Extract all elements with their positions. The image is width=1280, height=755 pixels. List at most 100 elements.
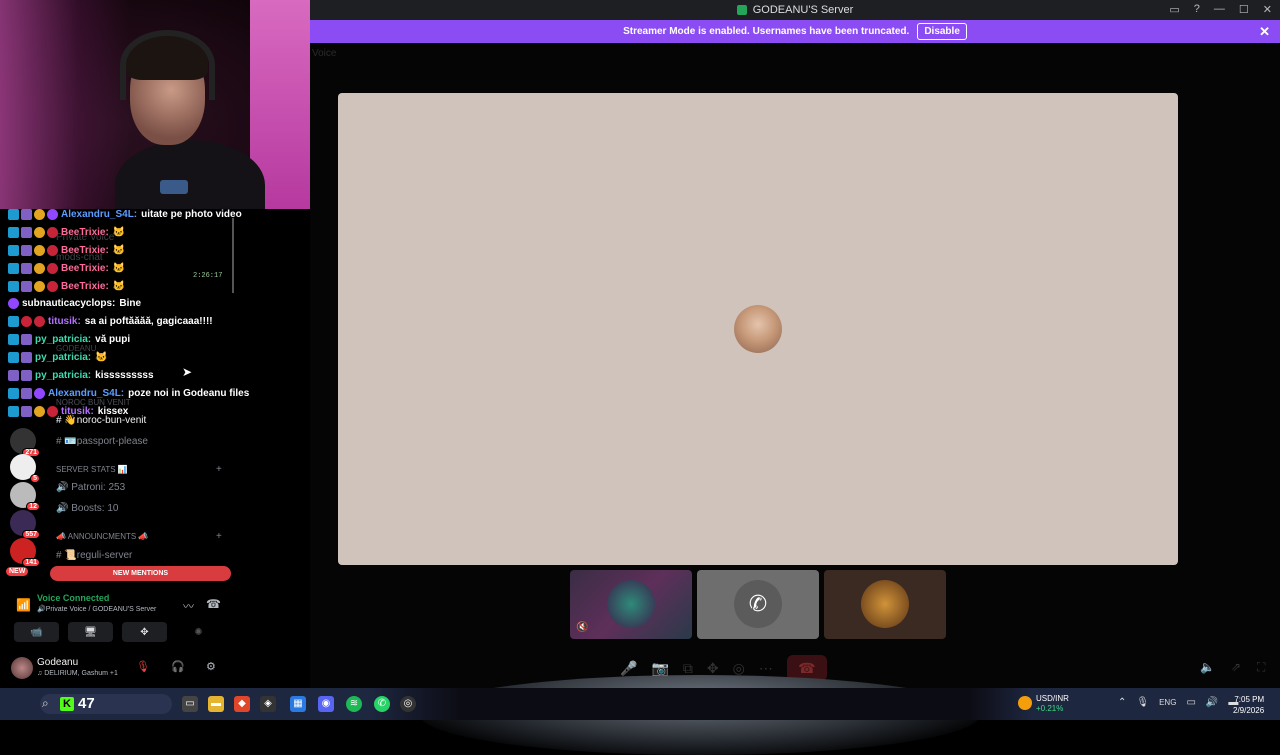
add-channel-icon[interactable]: + [216, 464, 222, 475]
chat-badges [8, 263, 58, 274]
add-channel-icon[interactable]: + [216, 531, 222, 542]
volume-icon[interactable]: 🔊 [1206, 697, 1218, 708]
chat-badges [8, 370, 32, 381]
close-icon[interactable]: ✕ [1259, 24, 1270, 40]
whatsapp-icon[interactable]: ✆ [374, 696, 390, 712]
server-badge: 141 [22, 558, 40, 567]
more-button[interactable]: ⋯ [759, 660, 773, 677]
obs-icon[interactable]: ◎ [400, 696, 416, 712]
server-icon[interactable]: 5 [10, 454, 40, 483]
signal-icon[interactable]: 📶 [16, 598, 31, 612]
task-view-icon[interactable]: ▭ [182, 696, 198, 712]
stat-label: Boosts: 10 [71, 503, 119, 514]
avatar[interactable] [11, 657, 33, 679]
monitor-icon[interactable]: ▭ [1186, 697, 1195, 708]
chat-username[interactable]: BeeTrixie: [61, 245, 109, 256]
chat-username[interactable]: Alexandru_S4L: [48, 388, 124, 399]
settings-gear-icon[interactable]: ⚙ [206, 660, 216, 673]
language-indicator[interactable]: ENG [1159, 698, 1176, 707]
chat-username[interactable]: BeeTrixie: [61, 263, 109, 274]
chat-username[interactable]: Alexandru_S4L: [61, 209, 137, 220]
speaker-avatar[interactable] [734, 305, 782, 353]
chat-username[interactable]: subnauticacyclops: [22, 298, 115, 309]
badge-icon [21, 209, 32, 220]
new-mentions-bar[interactable]: NEW MENTIONS [50, 566, 231, 581]
headphones-deafened-icon[interactable]: 🎧 [171, 660, 185, 673]
username[interactable]: Godeanu [37, 657, 78, 668]
voice-connected-title[interactable]: Voice Connected [37, 593, 109, 603]
server-badge: 5 [30, 474, 40, 483]
mute-button[interactable]: 🎤 [620, 660, 637, 677]
chat-username[interactable]: BeeTrixie: [61, 281, 109, 292]
popout-icon[interactable]: ⇗ [1231, 660, 1241, 675]
voice-stat-boosts[interactable]: 🔊 Boosts: 10 [56, 503, 119, 514]
badge-icon [34, 227, 45, 238]
search-icon[interactable]: ⌕ [42, 696, 49, 711]
phone-icon: ✆ [734, 580, 782, 628]
chat-message: BeeTrixie: 🐱 [8, 224, 125, 241]
disable-streamer-mode-button[interactable]: Disable [917, 23, 967, 40]
share-screen-button[interactable]: ⧉ [683, 660, 693, 677]
voice-channel-path[interactable]: 🔊Private Voice / GODEANU'S Server [37, 605, 156, 613]
help-icon[interactable]: ? [1194, 3, 1200, 16]
server-icon[interactable]: 271 [10, 428, 40, 457]
chat-username[interactable]: titusik: [48, 316, 81, 327]
channel-reguli-server[interactable]: # 📜reguli-server [56, 550, 132, 561]
soundboard-button[interactable]: ◎ [733, 660, 745, 677]
streamer-mode-banner: Streamer Mode is enabled. Usernames have… [310, 20, 1280, 43]
soundboard-button[interactable]: ✺ [176, 622, 221, 642]
spotify-icon[interactable]: ≋ [346, 696, 362, 712]
fx-pair: USD/INR [1036, 694, 1069, 703]
server-icon[interactable]: 141 [10, 538, 40, 567]
badge-icon [8, 263, 19, 274]
maximize-button[interactable]: ☐ [1239, 3, 1249, 16]
new-unread-pill[interactable]: NEW [6, 567, 29, 576]
chevron-up-icon[interactable]: ⌃ [1118, 697, 1126, 708]
taskbar-clock[interactable]: 7:05 PM 2/9/2026 [1233, 694, 1264, 716]
badge-icon [21, 227, 32, 238]
camera-toggle-button[interactable]: 📹 [14, 622, 59, 642]
chat-badges [8, 209, 58, 220]
chat-username[interactable]: py_patricia: [35, 352, 91, 363]
chat-username[interactable]: BeeTrixie: [61, 227, 109, 238]
channel-passport-please[interactable]: # 🪪passport-please [56, 436, 148, 447]
brave-browser-icon[interactable]: ◆ [234, 696, 250, 712]
mic-muted-icon[interactable]: 🎙 [136, 660, 150, 673]
minimize-button[interactable]: — [1214, 3, 1225, 16]
volume-icon[interactable]: 🔈 [1200, 660, 1215, 675]
chat-message: py_patricia: 🐱 [8, 349, 108, 366]
camera-button[interactable]: 📷 [651, 660, 668, 677]
category-announcements[interactable]: 📣 ANNOUNCMENTS 📣 [56, 532, 148, 541]
screen-share-button[interactable]: 🖥 [68, 622, 113, 642]
participant-tile-2[interactable]: ✆ [697, 570, 819, 639]
chat-badges [8, 334, 32, 345]
disconnect-icon[interactable]: ☎ [206, 597, 221, 611]
noise-suppression-icon[interactable]: 〰 [183, 598, 194, 614]
inbox-icon[interactable]: ▭ [1169, 3, 1179, 16]
chat-username[interactable]: py_patricia: [35, 370, 91, 381]
server-icon[interactable]: 557 [10, 510, 40, 539]
participant-tile-1[interactable]: 🔇 [570, 570, 692, 639]
fullscreen-icon[interactable]: ⛶ [1257, 660, 1265, 675]
voice-connection-panel: 📶 Voice Connected 🔊Private Voice / GODEA… [8, 592, 234, 646]
discord-icon[interactable]: ◉ [318, 696, 334, 712]
badge-icon [8, 334, 19, 345]
store-icon[interactable]: ▦ [290, 696, 306, 712]
participant-tile-3[interactable] [824, 570, 946, 639]
badge-icon [8, 370, 19, 381]
badge-icon [47, 227, 58, 238]
microphone-icon[interactable]: 🎙 [1136, 697, 1149, 708]
chat-username[interactable]: py_patricia: [35, 334, 91, 345]
chat-scrollbar[interactable] [232, 218, 234, 293]
clock-time: 7:05 PM [1234, 695, 1265, 704]
category-server-stats[interactable]: SERVER STATS 📊 [56, 465, 128, 474]
activities-button[interactable]: ✥ [122, 622, 167, 642]
server-icon[interactable]: 12 [10, 482, 40, 511]
close-window-button[interactable]: ✕ [1263, 3, 1272, 16]
clock-date: 2/9/2026 [1233, 706, 1265, 715]
voice-stat-patroni[interactable]: 🔊 Patroni: 253 [56, 482, 125, 493]
app-icon[interactable]: ◈ [260, 696, 276, 712]
chat-username[interactable]: titusik: [61, 406, 94, 417]
activities-button[interactable]: ✥ [707, 660, 719, 677]
file-explorer-icon[interactable]: ▬ [208, 696, 224, 712]
